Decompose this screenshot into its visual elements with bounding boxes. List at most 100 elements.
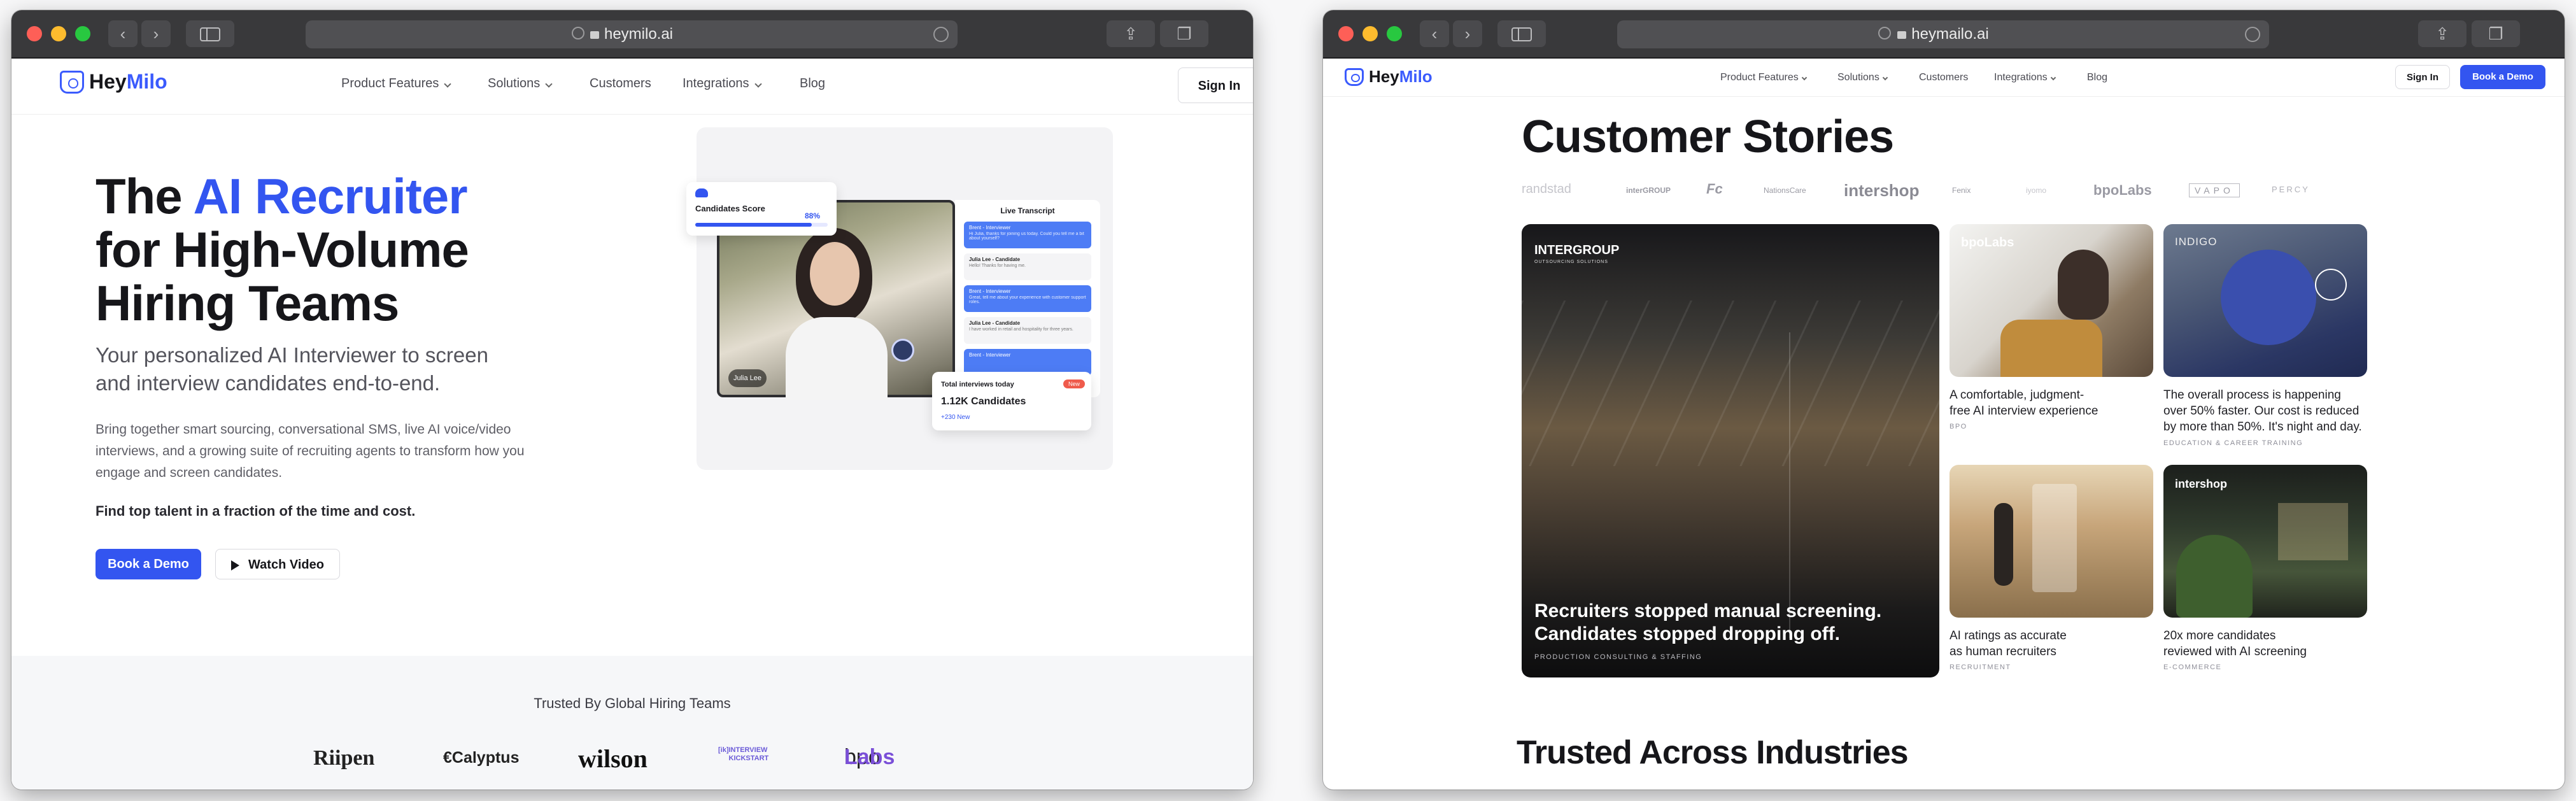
story-caption: A comfortable, judgment-free AI intervie… xyxy=(1950,388,2098,418)
ai-avatar-icon xyxy=(891,339,914,362)
hero-headline: The AI Recruiter for High-Volume Hiring … xyxy=(96,168,469,331)
sidebar-toggle-icon[interactable] xyxy=(186,20,234,47)
story-caption: AI ratings as accurate as human recruiter… xyxy=(1950,629,2067,658)
tabs-overview-icon[interactable]: ❐ xyxy=(1160,20,1208,47)
share-icon[interactable]: ⇪ xyxy=(1107,20,1155,47)
sign-in-button[interactable]: Sign In xyxy=(1178,67,1253,103)
heymilo-logo-icon xyxy=(60,70,84,94)
share-icon[interactable]: ⇪ xyxy=(2418,20,2466,47)
reload-icon[interactable] xyxy=(2245,27,2260,42)
chevron-down-icon xyxy=(545,80,553,88)
intershop-logo: intershop xyxy=(1844,181,1920,200)
sidebar-toggle-icon[interactable] xyxy=(1497,20,1546,47)
hero-body-text: Bring together smart sourcing, conversat… xyxy=(96,422,525,480)
live-transcript-panel: Live Transcript Brent - Interviewer Hi Ju… xyxy=(955,200,1100,397)
story-card-bpolabs[interactable]: bpoLabs xyxy=(1950,224,2153,377)
site-navbar: Hey Milo Product Features Solutions Custo… xyxy=(1323,59,2565,97)
minimize-window-button[interactable] xyxy=(1362,26,1378,41)
story-caption: 20x more candidates reviewed with AI scre… xyxy=(2163,629,2307,658)
chevron-down-icon xyxy=(444,80,452,88)
book-demo-button[interactable]: Book a Demo xyxy=(96,549,201,579)
nav-integrations[interactable]: Integrations xyxy=(1994,72,2056,83)
story-industry-tag: PRODUCTION CONSULTING & STAFFING xyxy=(1534,653,1702,661)
story-caption: The overall process is happening over 50%… xyxy=(2163,388,2362,434)
score-progress-track xyxy=(695,223,828,227)
forward-icon[interactable]: › xyxy=(141,20,171,47)
close-window-button[interactable] xyxy=(27,26,42,41)
back-icon[interactable]: ‹ xyxy=(108,20,138,47)
chevron-down-icon xyxy=(1801,74,1807,81)
transcript-line: Julia Lee - Candidate I have worked in re… xyxy=(964,317,1091,344)
hero-product-mockup: Julia Lee Candidates Score 88% Live Tran… xyxy=(686,127,1113,470)
nav-integrations[interactable]: Integrations xyxy=(683,76,762,91)
trusted-heading: Trusted By Global Hiring Teams xyxy=(534,695,731,711)
search-icon xyxy=(1878,27,1891,39)
story-quote: Recruiters stopped manual screening. Cand… xyxy=(1534,600,1882,644)
intergroup-logo: interGROUP xyxy=(1626,186,1671,195)
close-window-button[interactable] xyxy=(1338,26,1354,41)
nav-blog[interactable]: Blog xyxy=(800,76,825,91)
calyptus-logo: € Calyptus xyxy=(443,749,520,767)
story-industry-tag: E-COMMERCE xyxy=(2163,663,2222,671)
book-demo-button[interactable]: Book a Demo xyxy=(2460,65,2545,89)
lock-icon xyxy=(590,31,599,39)
minimize-window-button[interactable] xyxy=(51,26,66,41)
heymilo-logo[interactable]: Hey Milo xyxy=(60,70,167,94)
bpolabs-logo: bpoLabs xyxy=(2093,182,2152,198)
nav-customers[interactable]: Customers xyxy=(1919,72,1968,83)
nav-solutions[interactable]: Solutions xyxy=(1837,72,1888,83)
nav-customers[interactable]: Customers xyxy=(590,76,651,91)
nav-product-features[interactable]: Product Features xyxy=(1720,72,1807,83)
randstad-logo: randstad xyxy=(1522,182,1571,196)
transcript-line: Julia Lee - Candidate Hello! Thanks for h… xyxy=(964,253,1091,280)
browser-titlebar: ‹ › heymailo.ai ⇪ ❐ xyxy=(1323,10,2565,59)
story-card-recruitment[interactable] xyxy=(1950,465,2153,618)
story-industry-tag: RECRUITMENT xyxy=(1950,663,2011,671)
heymilo-logo[interactable]: Hey Milo xyxy=(1345,67,1433,87)
transcript-line: Brent - Interviewer Hi Julia, thanks for … xyxy=(964,222,1091,248)
percy-logo: PERCY xyxy=(2272,185,2310,194)
story-card-intershop[interactable]: intershop xyxy=(2163,465,2367,618)
story-card-intergroup[interactable]: INTERGROUP OUTSOURCING SOLUTIONS Recruit… xyxy=(1522,224,1939,677)
chevron-down-icon xyxy=(2050,74,2056,81)
total-interviews-card: Total interviews today New 1.12K Candida… xyxy=(932,372,1091,430)
story-industry-tag: BPO xyxy=(1950,423,1967,430)
zoom-window-button[interactable] xyxy=(1387,26,1402,41)
browser-titlebar: ‹ › heymilo.ai ⇪ ❐ xyxy=(11,10,1253,59)
address-bar[interactable]: heymilo.ai xyxy=(306,20,958,48)
reload-icon[interactable] xyxy=(933,27,949,42)
site-navbar: Hey Milo Product Features Solutions Custo… xyxy=(11,59,1253,115)
transcript-line: Brent - Interviewer Great, tell me about … xyxy=(964,285,1091,312)
wilson-logo: wilson xyxy=(578,744,648,773)
story-card-indigo[interactable]: INDIGO xyxy=(2163,224,2367,377)
candidate-shirt xyxy=(786,317,888,400)
url-text: heymailo.ai xyxy=(1911,25,1989,43)
nav-solutions[interactable]: Solutions xyxy=(488,76,553,91)
browser-window-customer-stories: ‹ › heymailo.ai ⇪ ❐ Hey Milo Product Feat… xyxy=(1323,10,2565,790)
hero-subheadline: Your personalized AI Interviewer to scre… xyxy=(96,343,488,395)
watch-video-button[interactable]: Watch Video xyxy=(215,549,340,579)
zoom-window-button[interactable] xyxy=(75,26,90,41)
customer-logo-strip: randstad interGROUP Fc NationsCare inter… xyxy=(1522,181,2343,200)
sign-in-button[interactable]: Sign In xyxy=(2395,65,2450,89)
candidates-score-card: Candidates Score 88% xyxy=(686,182,837,236)
intergroup-brand: INTERGROUP xyxy=(1534,243,1620,257)
candidate-name-chip: Julia Lee xyxy=(728,369,767,387)
candidate-face xyxy=(810,242,860,306)
address-bar[interactable]: heymailo.ai xyxy=(1617,20,2269,48)
back-icon[interactable]: ‹ xyxy=(1420,20,1449,47)
play-icon xyxy=(231,560,240,571)
riipen-logo: Riipen xyxy=(313,746,375,770)
heymilo-logo-icon xyxy=(1345,67,1364,86)
page-title: Customer Stories xyxy=(1522,111,1894,162)
nav-blog[interactable]: Blog xyxy=(2087,72,2107,83)
fc-logo: Fc xyxy=(1706,181,1723,197)
browser-window-heymilo: ‹ › heymilo.ai ⇪ ❐ Hey Milo Product Featu… xyxy=(11,10,1253,790)
interview-kickstart-logo: [ik] INTERVIEW KICKSTART xyxy=(718,746,769,762)
new-badge: New xyxy=(1063,379,1086,388)
forward-icon[interactable]: › xyxy=(1453,20,1482,47)
vapo-logo: VAPO xyxy=(2189,183,2240,197)
tabs-overview-icon[interactable]: ❐ xyxy=(2472,20,2520,47)
search-icon xyxy=(572,27,584,39)
nav-product-features[interactable]: Product Features xyxy=(341,76,452,91)
